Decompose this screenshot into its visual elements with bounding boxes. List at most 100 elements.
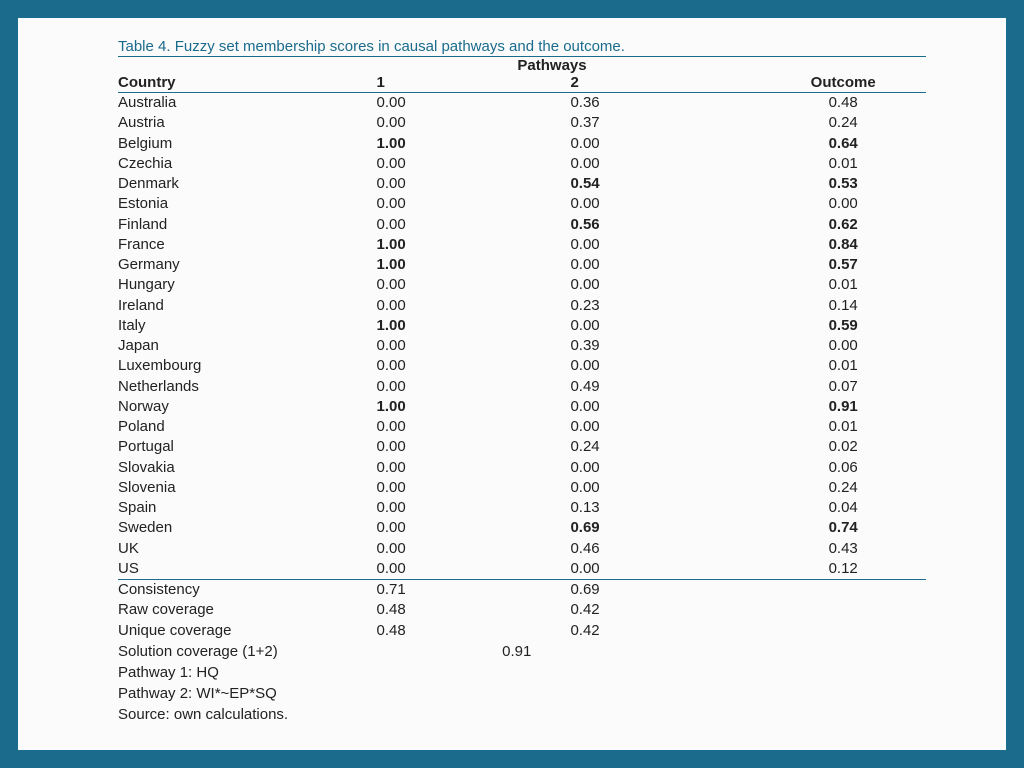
cell-pathway-1: 1.00 [377,397,571,417]
table-row: Japan0.000.390.00 [118,336,926,356]
cell-country: Belgium [118,134,377,154]
cell-country: Czechia [118,154,377,174]
cell-outcome: 0.57 [764,255,926,275]
cell-pathway-2: 0.00 [570,154,764,174]
cell-pathway-1: 0.00 [377,296,571,316]
cell-outcome: 0.14 [764,296,926,316]
table-row: Estonia0.000.000.00 [118,194,926,214]
cell-pathway-1: 0.00 [377,194,571,214]
footer-block: Solution coverage (1+2) 0.91 Pathway 1: … [118,641,926,725]
table-row: Hungary0.000.000.01 [118,275,926,295]
solution-coverage-row: Solution coverage (1+2) 0.91 [118,641,926,662]
cell-pathway-2: 0.36 [570,93,764,114]
cell-country: Austria [118,113,377,133]
table-row: Portugal0.000.240.02 [118,437,926,457]
footer-line-2: Pathway 2: WI*~EP*SQ [118,683,926,704]
summary-label: Unique coverage [118,621,377,641]
cell-pathway-1: 0.00 [377,377,571,397]
cell-pathway-2: 0.69 [570,518,764,538]
cell-country: Denmark [118,174,377,194]
table-row: France1.000.000.84 [118,235,926,255]
cell-country: Norway [118,397,377,417]
cell-outcome: 0.07 [764,377,926,397]
cell-pathway-2: 0.24 [570,437,764,457]
footer-line-1: Pathway 1: HQ [118,662,926,683]
cell-pathway-1: 0.00 [377,356,571,376]
cell-outcome: 0.74 [764,518,926,538]
table-row: Spain0.000.130.04 [118,498,926,518]
table-row: Czechia0.000.000.01 [118,154,926,174]
cell-country: Estonia [118,194,377,214]
cell-outcome: 0.24 [764,113,926,133]
cell-outcome: 0.64 [764,134,926,154]
summary-blank [764,621,926,641]
summary-label: Raw coverage [118,600,377,620]
summary-p2: 0.42 [570,600,764,620]
table-row: Sweden0.000.690.74 [118,518,926,538]
summary-p1: 0.48 [377,600,571,620]
cell-country: Sweden [118,518,377,538]
cell-pathway-1: 0.00 [377,539,571,559]
table-row: Slovakia0.000.000.06 [118,458,926,478]
cell-pathway-2: 0.49 [570,377,764,397]
cell-pathway-1: 0.00 [377,215,571,235]
cell-country: Hungary [118,275,377,295]
summary-label: Consistency [118,580,377,601]
cell-pathway-1: 0.00 [377,559,571,580]
group-header: Pathways [178,57,926,74]
cell-pathway-2: 0.00 [570,417,764,437]
cell-pathway-1: 0.00 [377,458,571,478]
cell-pathway-2: 0.00 [570,478,764,498]
header-row: Country 1 2 Outcome [118,74,926,93]
table-title: Table 4. Fuzzy set membership scores in … [118,38,926,57]
cell-outcome: 0.84 [764,235,926,255]
cell-pathway-2: 0.23 [570,296,764,316]
summary-row: Consistency0.710.69 [118,580,926,601]
cell-country: France [118,235,377,255]
cell-country: Portugal [118,437,377,457]
cell-country: Slovenia [118,478,377,498]
document-page: Table 4. Fuzzy set membership scores in … [18,18,1006,750]
cell-pathway-2: 0.00 [570,194,764,214]
cell-pathway-1: 0.00 [377,275,571,295]
cell-pathway-2: 0.13 [570,498,764,518]
cell-outcome: 0.43 [764,539,926,559]
table-row: Denmark0.000.540.53 [118,174,926,194]
cell-pathway-1: 1.00 [377,134,571,154]
cell-outcome: 0.00 [764,194,926,214]
cell-pathway-2: 0.46 [570,539,764,559]
table-row: US0.000.000.12 [118,559,926,580]
cell-country: Netherlands [118,377,377,397]
table-row: Norway1.000.000.91 [118,397,926,417]
cell-pathway-1: 1.00 [377,235,571,255]
cell-pathway-1: 0.00 [377,154,571,174]
table-row: Australia0.000.360.48 [118,93,926,114]
cell-outcome: 0.12 [764,559,926,580]
summary-row: Unique coverage0.480.42 [118,621,926,641]
summary-p2: 0.69 [570,580,764,601]
cell-outcome: 0.01 [764,154,926,174]
table-row: Finland0.000.560.62 [118,215,926,235]
cell-pathway-1: 0.00 [377,93,571,114]
table-row: Ireland0.000.230.14 [118,296,926,316]
table-row: Belgium1.000.000.64 [118,134,926,154]
cell-outcome: 0.53 [764,174,926,194]
table-row: Netherlands0.000.490.07 [118,377,926,397]
cell-pathway-2: 0.39 [570,336,764,356]
cell-country: Italy [118,316,377,336]
table-row: Slovenia0.000.000.24 [118,478,926,498]
cell-outcome: 0.00 [764,336,926,356]
cell-pathway-2: 0.37 [570,113,764,133]
cell-outcome: 0.02 [764,437,926,457]
cell-country: Poland [118,417,377,437]
cell-outcome: 0.01 [764,356,926,376]
cell-pathway-1: 0.00 [377,498,571,518]
cell-country: Finland [118,215,377,235]
cell-pathway-1: 0.00 [377,174,571,194]
cell-pathway-1: 0.00 [377,113,571,133]
solution-label: Solution coverage (1+2) [118,641,498,662]
cell-country: Australia [118,93,377,114]
cell-pathway-1: 1.00 [377,316,571,336]
col-pathway-1: 1 [377,74,571,93]
cell-pathway-2: 0.56 [570,215,764,235]
